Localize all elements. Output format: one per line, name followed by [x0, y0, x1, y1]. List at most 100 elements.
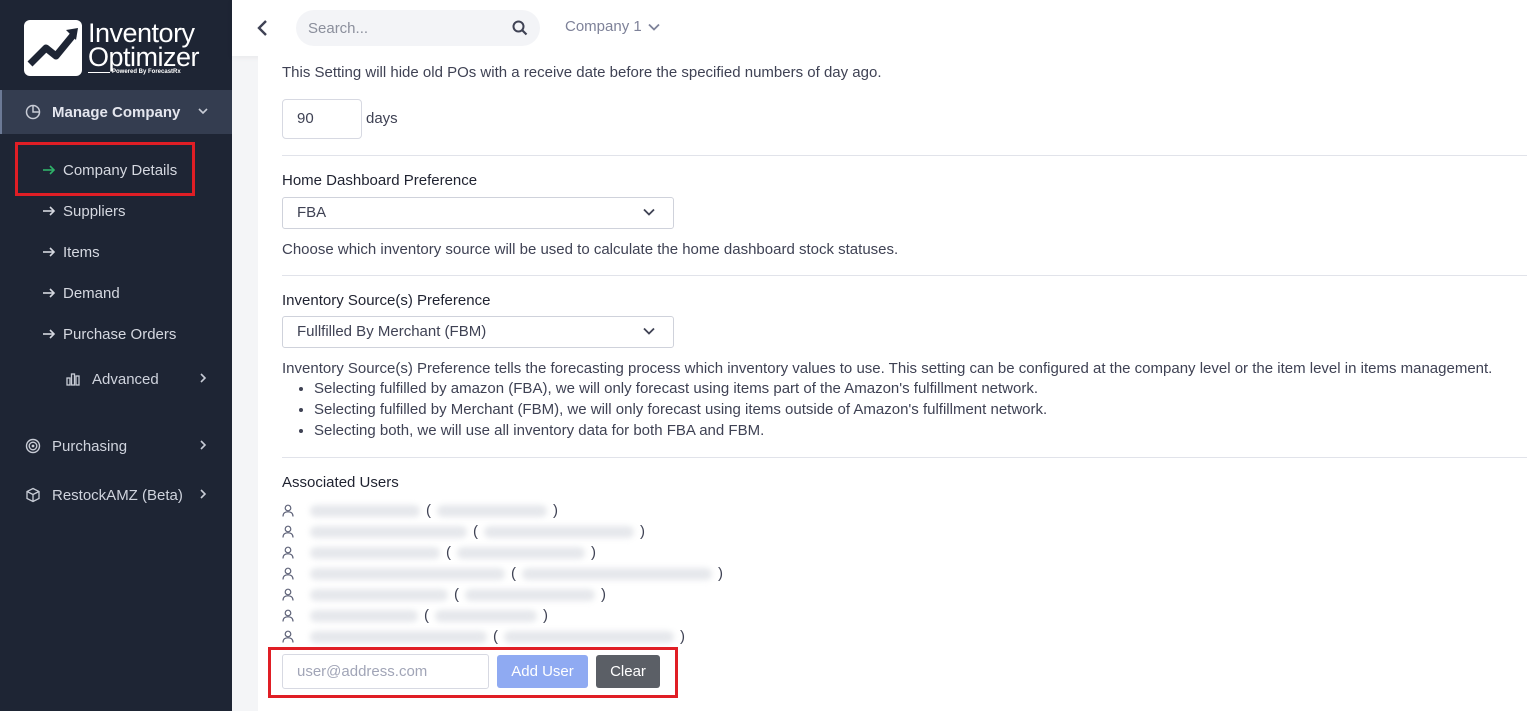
company-dropdown-label: Company 1 [565, 18, 642, 35]
pie-chart-icon [24, 103, 42, 121]
arrow-right-icon [42, 247, 56, 257]
close-paren: ) [640, 523, 645, 540]
company-dropdown[interactable]: Company 1 [565, 18, 660, 35]
home-dashboard-select[interactable]: FBA [282, 197, 674, 229]
nav-manage-company[interactable]: Manage Company [0, 90, 232, 134]
redacted-user-email [457, 546, 585, 559]
sidebar-item-label: Purchase Orders [63, 325, 177, 343]
redacted-user-name [310, 525, 467, 538]
add-user-button[interactable]: Add User [497, 655, 588, 688]
open-paren: ( [424, 607, 429, 624]
associated-users-label: Associated Users [282, 474, 399, 491]
arrow-right-icon [42, 288, 56, 298]
search-bar [296, 10, 540, 46]
close-paren: ) [680, 628, 685, 645]
nav-restockamz[interactable]: RestockAMZ (Beta) [0, 473, 232, 517]
sidebar-item-suppliers[interactable]: Suppliers [42, 198, 126, 224]
redacted-user-name [310, 609, 418, 622]
inventory-source-select[interactable]: Fullfilled By Merchant (FBM) [282, 316, 674, 348]
logo-tagline: Powered By ForecastRx [112, 69, 181, 75]
user-icon [282, 567, 296, 581]
open-paren: ( [446, 544, 451, 561]
days-unit-label: days [366, 110, 398, 127]
arrow-right-icon [42, 206, 56, 216]
sidebar-item-purchase-orders[interactable]: Purchase Orders [42, 321, 176, 347]
close-paren: ) [718, 565, 723, 582]
open-paren: ( [493, 628, 498, 645]
nav-restockamz-label: RestockAMZ (Beta) [52, 486, 183, 504]
divider [282, 275, 1527, 276]
list-item: Selecting both, we will use all inventor… [314, 420, 1047, 441]
chevron-down-icon [196, 104, 210, 118]
user-icon [282, 588, 296, 602]
nav-advanced-label: Advanced [92, 370, 159, 388]
chevron-right-icon [196, 371, 210, 385]
inventory-source-description: Inventory Source(s) Preference tells the… [282, 360, 1493, 377]
highlight-box [15, 142, 195, 196]
user-row: ( ) [282, 605, 554, 626]
user-icon [282, 546, 296, 560]
nav-manage-company-label: Manage Company [52, 103, 181, 121]
sidebar-item-label: Items [63, 243, 100, 261]
search-input[interactable] [308, 18, 498, 38]
search-icon[interactable] [512, 20, 528, 36]
inventory-source-value: Fullfilled By Merchant (FBM) [297, 323, 487, 340]
email-field[interactable] [282, 654, 489, 689]
inventory-source-bullets: Selecting fulfilled by amazon (FBA), we … [314, 378, 1047, 441]
old-po-description: This Setting will hide old POs with a re… [282, 64, 882, 81]
chevron-down-icon [643, 207, 657, 221]
redacted-user-email [504, 630, 674, 643]
user-row: ( ) [282, 626, 691, 647]
divider [282, 155, 1527, 156]
target-icon [24, 437, 42, 455]
user-row: ( ) [282, 563, 729, 584]
logo-divider [88, 72, 110, 73]
redacted-user-name [310, 546, 440, 559]
sidebar-item-items[interactable]: Items [42, 239, 100, 265]
chevron-right-icon [196, 438, 210, 452]
logo[interactable]: Inventory Optimizer Powered By ForecastR… [24, 18, 214, 80]
sidebar-item-label: Suppliers [63, 202, 126, 220]
open-paren: ( [511, 565, 516, 582]
user-row: ( ) [282, 500, 564, 521]
box-icon [24, 486, 42, 504]
redacted-user-email [484, 525, 634, 538]
arrow-right-icon [42, 329, 56, 339]
chevron-down-icon [648, 22, 660, 32]
redacted-user-name [310, 567, 505, 580]
sidebar: Inventory Optimizer Powered By ForecastR… [0, 0, 232, 711]
user-icon [282, 525, 296, 539]
logo-chart-icon [24, 20, 82, 76]
redacted-user-name [310, 504, 420, 517]
chevron-down-icon [643, 326, 657, 340]
redacted-user-email [435, 609, 537, 622]
nav-advanced[interactable]: Advanced [0, 357, 232, 401]
list-item: Selecting fulfilled by amazon (FBA), we … [314, 378, 1047, 399]
back-arrow-icon[interactable] [252, 16, 272, 40]
sidebar-item-demand[interactable]: Demand [42, 280, 120, 306]
close-paren: ) [543, 607, 548, 624]
list-item: Selecting fulfilled by Merchant (FBM), w… [314, 399, 1047, 420]
redacted-user-email [522, 567, 712, 580]
days-input[interactable]: 90 [282, 99, 362, 139]
home-dashboard-value: FBA [297, 204, 327, 221]
settings-panel: This Setting will hide old POs with a re… [258, 56, 1527, 711]
user-icon [282, 609, 296, 623]
open-paren: ( [454, 586, 459, 603]
user-row: ( ) [282, 542, 602, 563]
close-paren: ) [591, 544, 596, 561]
user-icon [282, 504, 296, 518]
nav-purchasing[interactable]: Purchasing [0, 424, 232, 468]
user-icon [282, 630, 296, 644]
nav-purchasing-label: Purchasing [52, 437, 128, 455]
bar-chart-icon [64, 370, 82, 388]
open-paren: ( [473, 523, 478, 540]
user-row: ( ) [282, 521, 651, 542]
home-dashboard-label: Home Dashboard Preference [282, 172, 478, 189]
redacted-user-name [310, 630, 487, 643]
inventory-source-label: Inventory Source(s) Preference [282, 292, 491, 309]
redacted-user-email [437, 504, 547, 517]
close-paren: ) [601, 586, 606, 603]
clear-button[interactable]: Clear [596, 655, 660, 688]
close-paren: ) [553, 502, 558, 519]
